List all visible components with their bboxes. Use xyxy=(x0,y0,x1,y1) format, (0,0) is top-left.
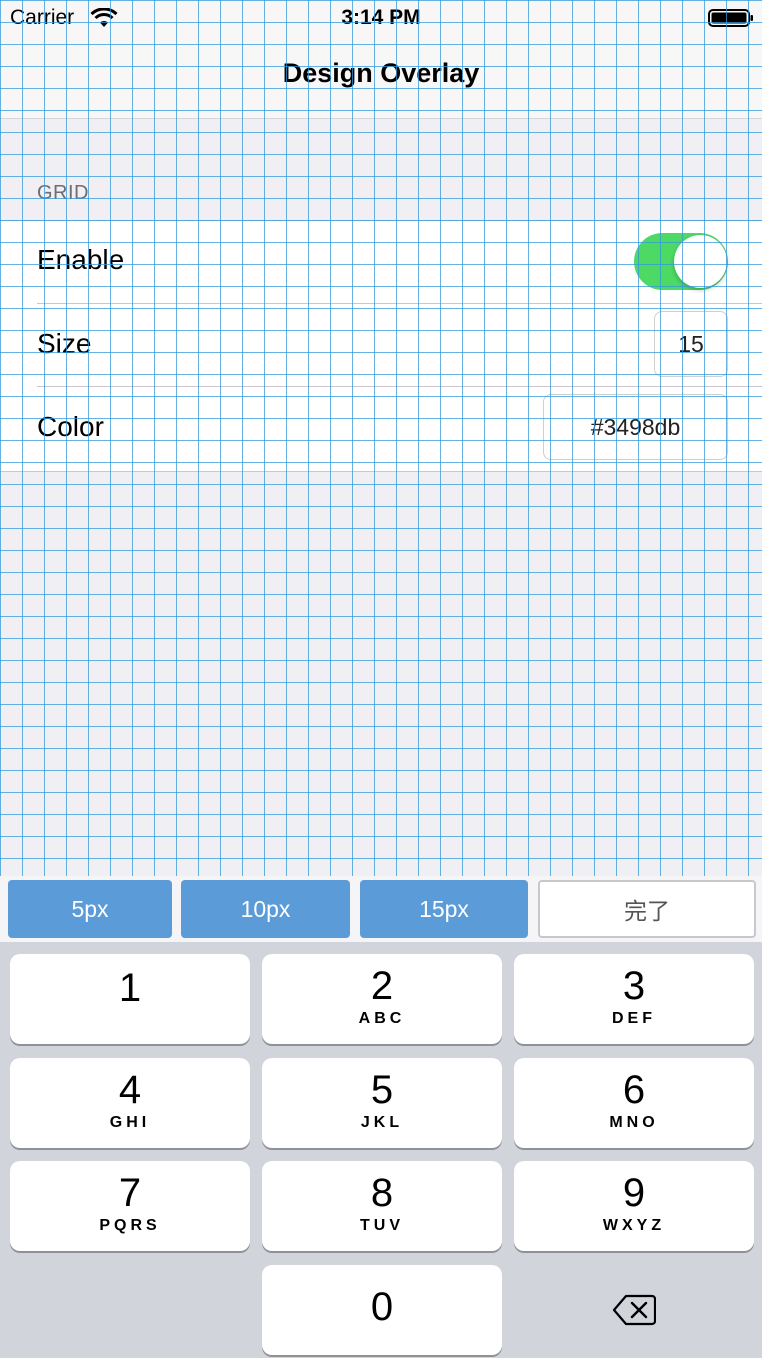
section-header-grid: GRID xyxy=(37,182,89,204)
row-separator xyxy=(37,386,762,387)
size-input[interactable] xyxy=(654,311,728,377)
key-1[interactable]: 1 xyxy=(10,954,250,1044)
key-6[interactable]: 6 MNO xyxy=(514,1058,754,1148)
switch-knob xyxy=(674,235,727,288)
page-title: Design Overlay xyxy=(282,58,480,88)
row-separator xyxy=(37,303,762,304)
key-8[interactable]: 8 TUV xyxy=(262,1161,502,1251)
key-4[interactable]: 4 GHI xyxy=(10,1058,250,1148)
key-7[interactable]: 7 PQRS xyxy=(10,1161,250,1251)
done-button[interactable]: 完了 xyxy=(538,880,756,938)
delete-key[interactable] xyxy=(514,1265,754,1355)
size-label: Size xyxy=(37,328,92,359)
key-5[interactable]: 5 JKL xyxy=(262,1058,502,1148)
grid-10px-button[interactable]: 10px xyxy=(181,880,350,938)
key-0[interactable]: 0 xyxy=(262,1265,502,1355)
grid-15px-button[interactable]: 15px xyxy=(360,880,528,938)
color-label: Color xyxy=(37,411,104,442)
color-input[interactable] xyxy=(543,394,728,460)
navigation-bar: Design Overlay xyxy=(0,38,762,119)
grid-5px-button[interactable]: 5px xyxy=(8,880,172,938)
battery-icon xyxy=(708,9,753,27)
enable-label: Enable xyxy=(37,244,125,275)
status-time: 3:14 PM xyxy=(341,6,421,29)
key-2[interactable]: 2 ABC xyxy=(262,954,502,1044)
key-9[interactable]: 9 WXYZ xyxy=(514,1161,754,1251)
backspace-icon xyxy=(612,1294,656,1326)
key-3[interactable]: 3 DEF xyxy=(514,954,754,1044)
